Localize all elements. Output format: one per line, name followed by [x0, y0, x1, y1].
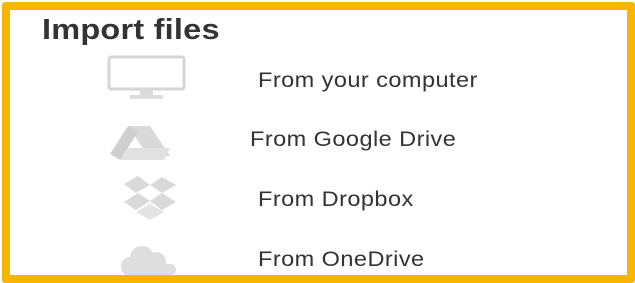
- import-from-google-drive-option[interactable]: From Google Drive: [10, 114, 627, 170]
- google-drive-icon: [98, 114, 194, 170]
- import-files-panel: Import files From your computer From Goo…: [2, 2, 635, 283]
- dropbox-icon: [98, 174, 194, 230]
- import-from-computer-option[interactable]: From your computer: [10, 55, 627, 111]
- import-from-onedrive-label: From OneDrive: [258, 248, 425, 271]
- import-from-dropbox-label: From Dropbox: [258, 188, 414, 211]
- monitor-icon: [98, 55, 194, 111]
- onedrive-cloud-icon: [98, 236, 194, 275]
- import-from-computer-label: From your computer: [258, 69, 478, 92]
- panel-title: Import files: [42, 14, 220, 46]
- import-from-dropbox-option[interactable]: From Dropbox: [10, 174, 627, 230]
- import-from-google-drive-label: From Google Drive: [250, 128, 457, 151]
- import-from-onedrive-option[interactable]: From OneDrive: [10, 236, 627, 275]
